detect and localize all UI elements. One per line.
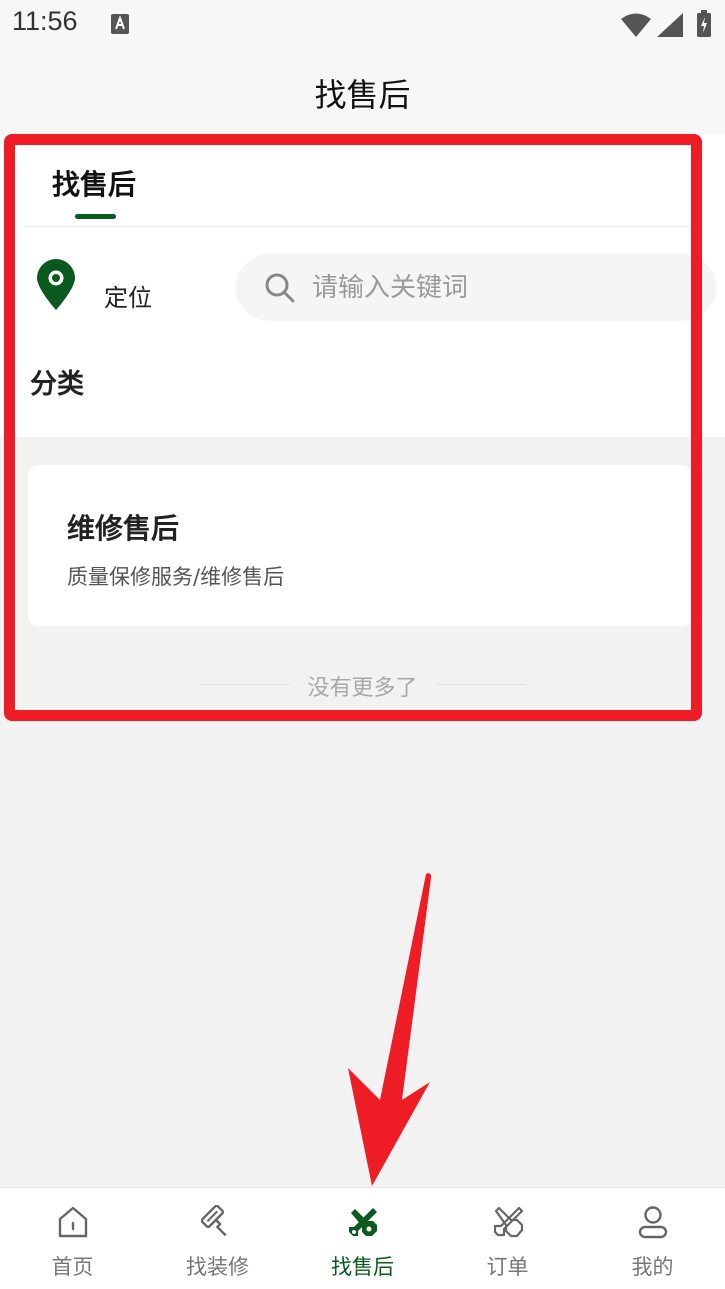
page-title: 找售后 [314,76,411,114]
wifi-icon [621,13,651,37]
highlight-frame [4,134,702,721]
nav-item-home[interactable]: 首页 [0,1187,145,1288]
paint-roller-icon [201,1205,227,1237]
nav-item-mine[interactable]: 我的 [580,1187,725,1288]
battery-charging-icon [697,10,711,37]
nav-label: 找售后 [331,1255,394,1279]
status-bar [0,0,725,50]
nav-label: 首页 [51,1255,94,1279]
home-icon [58,1206,88,1238]
nav-label: 我的 [631,1255,674,1279]
nav-label: 找装修 [186,1255,249,1279]
status-time: 11:56 [12,6,78,36]
nav-label: 订单 [486,1255,529,1279]
nav-item-find-after-sales[interactable]: 找售后 [290,1187,435,1288]
pointer-arrow [348,873,432,1186]
tools-icon [349,1208,377,1236]
accessibility-a-icon [111,14,129,34]
wrench-screwdriver-icon [493,1206,524,1238]
user-icon [638,1206,668,1239]
nav-item-find-decoration[interactable]: 找装修 [145,1187,290,1288]
signal-icon [657,13,683,37]
nav-item-orders[interactable]: 订单 [435,1187,580,1288]
